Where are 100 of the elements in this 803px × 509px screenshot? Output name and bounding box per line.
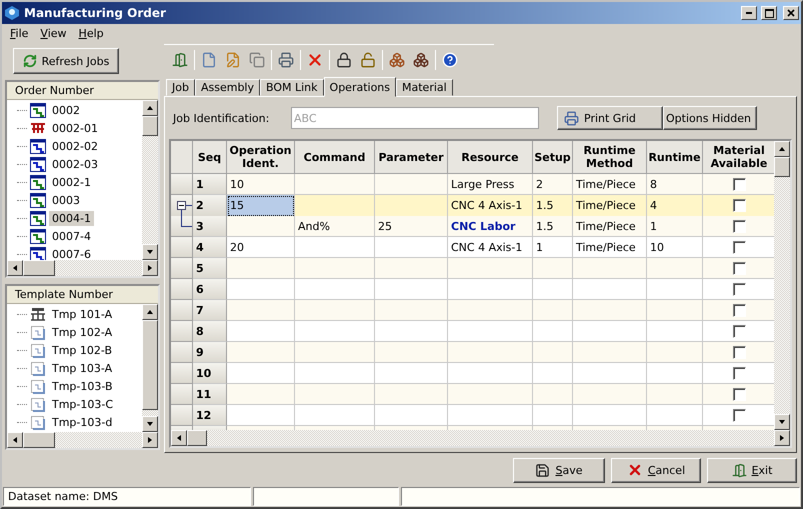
checkbox[interactable]: [732, 262, 746, 274]
tree-item[interactable]: Tmp-103-B: [49, 378, 116, 394]
scroll-right-button[interactable]: [142, 260, 158, 276]
column-header[interactable]: Command: [295, 141, 375, 174]
copy-icon[interactable]: [247, 50, 267, 70]
scroll-left-button[interactable]: [7, 432, 23, 448]
vertical-scrollbar[interactable]: [142, 304, 158, 432]
sequence-number: 2: [193, 195, 227, 217]
tree-item[interactable]: 0007-4: [49, 228, 94, 244]
refresh-icon: [22, 54, 37, 68]
minimize-button[interactable]: [741, 6, 757, 20]
scroll-thumb[interactable]: [774, 157, 790, 177]
checkbox[interactable]: [732, 346, 746, 358]
template-icon: [30, 396, 46, 412]
column-header[interactable]: Seq: [193, 141, 227, 174]
scroll-up-button[interactable]: [142, 304, 158, 320]
printer-icon[interactable]: [276, 50, 296, 70]
horizontal-scrollbar[interactable]: [171, 430, 790, 446]
column-header[interactable]: Setup: [533, 141, 573, 174]
tree-item[interactable]: Tmp-103-C: [49, 396, 116, 412]
column-header: Order Number: [7, 82, 158, 100]
column-header[interactable]: Operation Ident.: [227, 141, 295, 174]
scroll-thumb[interactable]: [142, 116, 158, 136]
column-header: Template Number: [7, 286, 158, 304]
column-header[interactable]: Runtime: [647, 141, 703, 174]
template-icon: [30, 360, 46, 376]
scroll-down-button[interactable]: [142, 416, 158, 432]
menu-item[interactable]: View: [36, 26, 71, 40]
scroll-thumb[interactable]: [23, 432, 55, 448]
scroll-thumb[interactable]: [187, 430, 207, 446]
sequence-number: 5: [193, 258, 227, 279]
vertical-scrollbar[interactable]: [142, 100, 158, 260]
maximize-button[interactable]: [761, 6, 777, 20]
tree-connector-icon: [181, 216, 192, 227]
checkbox[interactable]: [732, 199, 746, 212]
right-arrow-icon: [146, 264, 154, 272]
cancel-button[interactable]: Cancel: [611, 458, 701, 482]
column-header[interactable]: Runtime Method: [573, 141, 647, 174]
exit-icon: [732, 462, 747, 478]
tree-item[interactable]: 0007-6: [49, 246, 94, 260]
left-arrow-icon: [175, 434, 183, 442]
help-icon[interactable]: [440, 50, 460, 70]
options-hidden-button[interactable]: Options Hidden: [663, 106, 757, 130]
job-identification-field[interactable]: ABC: [291, 107, 539, 129]
sequence-number: 8: [193, 321, 227, 342]
scroll-right-button[interactable]: [142, 432, 158, 448]
tree-item[interactable]: Tmp 102-B: [49, 342, 116, 358]
tree-item[interactable]: 0003: [49, 192, 83, 208]
horizontal-scrollbar[interactable]: [7, 432, 158, 448]
refresh-jobs-button[interactable]: Refresh Jobs: [13, 48, 119, 74]
tab[interactable]: Job: [166, 79, 195, 96]
scroll-thumb[interactable]: [23, 260, 55, 276]
template-icon: [30, 414, 46, 430]
scroll-up-button[interactable]: [142, 100, 158, 116]
sequence-number: 6: [193, 279, 227, 300]
exit-button[interactable]: Exit: [707, 458, 797, 482]
tree-item[interactable]: 0002-01: [49, 120, 101, 136]
template-icon: [30, 378, 46, 394]
tree-item[interactable]: 0004-1: [49, 210, 94, 226]
save-button[interactable]: Save: [513, 458, 605, 482]
up-arrow-icon: [146, 308, 154, 316]
maximize-icon: [764, 8, 774, 18]
tab[interactable]: Material: [396, 79, 453, 96]
status-text: Dataset name: DMS: [3, 487, 251, 506]
checkbox[interactable]: [732, 178, 746, 190]
tree-item[interactable]: 0002-03: [49, 156, 101, 172]
tree-item[interactable]: 0002: [49, 102, 83, 118]
close-button[interactable]: [783, 6, 799, 20]
tab[interactable]: Operations: [324, 77, 396, 97]
field-label: Job Identification:: [173, 112, 270, 124]
scroll-left-button[interactable]: [7, 260, 23, 276]
print-grid-button[interactable]: Print Grid: [557, 106, 663, 130]
tree-item[interactable]: Tmp 102-A: [49, 324, 116, 340]
row-header[interactable]: [171, 216, 193, 237]
menu-item[interactable]: File: [6, 26, 32, 40]
vertical-scrollbar[interactable]: [774, 141, 790, 430]
up-arrow-icon: [146, 104, 154, 112]
checkbox[interactable]: [732, 304, 746, 316]
scroll-right-button[interactable]: [774, 430, 790, 446]
collapse-icon[interactable]: [177, 201, 192, 216]
tree-item[interactable]: 0002-02: [49, 138, 101, 154]
sequence-number: 11: [193, 384, 227, 405]
scroll-thumb[interactable]: [142, 320, 158, 410]
checkbox[interactable]: [732, 220, 746, 232]
column-header[interactable]: Resource: [448, 141, 533, 174]
scroll-down-button[interactable]: [142, 244, 158, 260]
tree-item[interactable]: Tmp 103-A: [49, 360, 116, 376]
tree-item[interactable]: Tmp-103-d: [49, 414, 116, 430]
tree-item[interactable]: Tmp 101-A: [49, 306, 116, 322]
row-header[interactable]: [171, 195, 193, 217]
tab[interactable]: BOM Link: [260, 79, 324, 96]
tree-item[interactable]: 0002-1: [49, 174, 94, 190]
scroll-down-button[interactable]: [774, 414, 790, 430]
scroll-up-button[interactable]: [774, 141, 790, 157]
column-header[interactable]: Parameter: [375, 141, 448, 174]
tab[interactable]: Assembly: [194, 79, 260, 96]
horizontal-scrollbar[interactable]: [7, 260, 158, 276]
scroll-left-button[interactable]: [171, 430, 187, 446]
checkbox[interactable]: [732, 388, 746, 400]
menu-item[interactable]: Help: [74, 26, 108, 40]
